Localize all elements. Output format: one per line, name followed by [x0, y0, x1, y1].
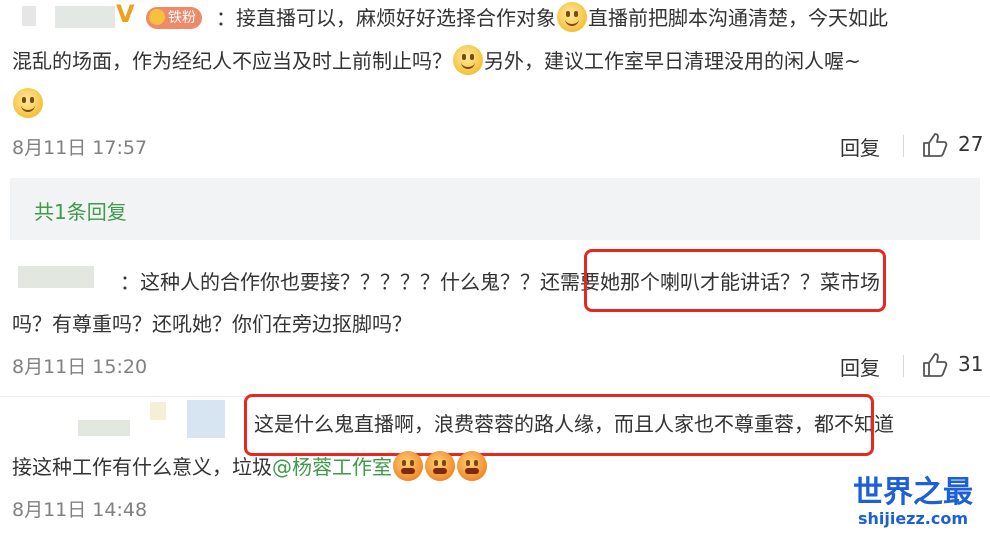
crown-badge-icon	[149, 9, 165, 25]
comment-text-line: ：接直播可以，麻烦好好选择合作对象 直播前把脚本沟通清楚，今天如此	[216, 0, 888, 36]
comment-time: 8月11日 17:57	[12, 137, 148, 159]
comment-text-line: 吗？有尊重吗？还吼她？你们在旁边抠脚吗？	[12, 312, 412, 336]
smile-emoji-icon	[13, 88, 43, 118]
highlight-box	[244, 394, 874, 456]
watermark-url: shijiezz.com	[857, 509, 969, 528]
smile-emoji-icon	[453, 45, 483, 75]
username-blur	[150, 402, 166, 420]
username-blur	[55, 6, 115, 28]
divider	[903, 355, 904, 377]
verified-icon: V	[116, 0, 135, 28]
thumbs-up-icon[interactable]	[922, 132, 948, 158]
view-replies-link[interactable]: 共1条回复	[34, 196, 127, 225]
reply-button[interactable]: 回复	[840, 352, 880, 381]
comment-time: 8月11日 15:20	[12, 356, 148, 378]
username-blur	[22, 6, 36, 26]
angry-emoji-icon	[457, 451, 487, 481]
smile-emoji-icon	[557, 2, 587, 32]
badge-label: 铁粉	[168, 10, 196, 26]
site-watermark: 世界之最 shijiezz.com	[838, 476, 988, 528]
comment-time: 8月11日 14:48	[12, 499, 148, 521]
reply-button[interactable]: 回复	[840, 132, 880, 161]
watermark-title: 世界之最	[853, 475, 973, 510]
avatar-blur	[187, 400, 225, 438]
thumbs-up-icon[interactable]	[922, 352, 948, 378]
divider	[903, 135, 904, 157]
fan-badge: 铁粉	[146, 7, 202, 29]
comment-text-line: 接这种工作有什么意义，垃圾@杨蓉工作室	[12, 449, 488, 485]
username-blur	[78, 420, 130, 436]
reply-summary-box[interactable]: 共1条回复	[10, 178, 980, 240]
like-count: 31	[958, 352, 984, 376]
username-blur	[18, 266, 94, 288]
mention-link[interactable]: @杨蓉工作室	[272, 455, 392, 479]
highlight-box	[584, 249, 886, 312]
angry-emoji-icon	[393, 451, 423, 481]
comment-text-line: 混乱的场面，作为经纪人不应当及时上前制止吗？ 另外，建议工作室早日清理没用的闲人喔…	[12, 43, 861, 79]
like-count: 27	[958, 132, 984, 156]
angry-emoji-icon	[425, 451, 455, 481]
